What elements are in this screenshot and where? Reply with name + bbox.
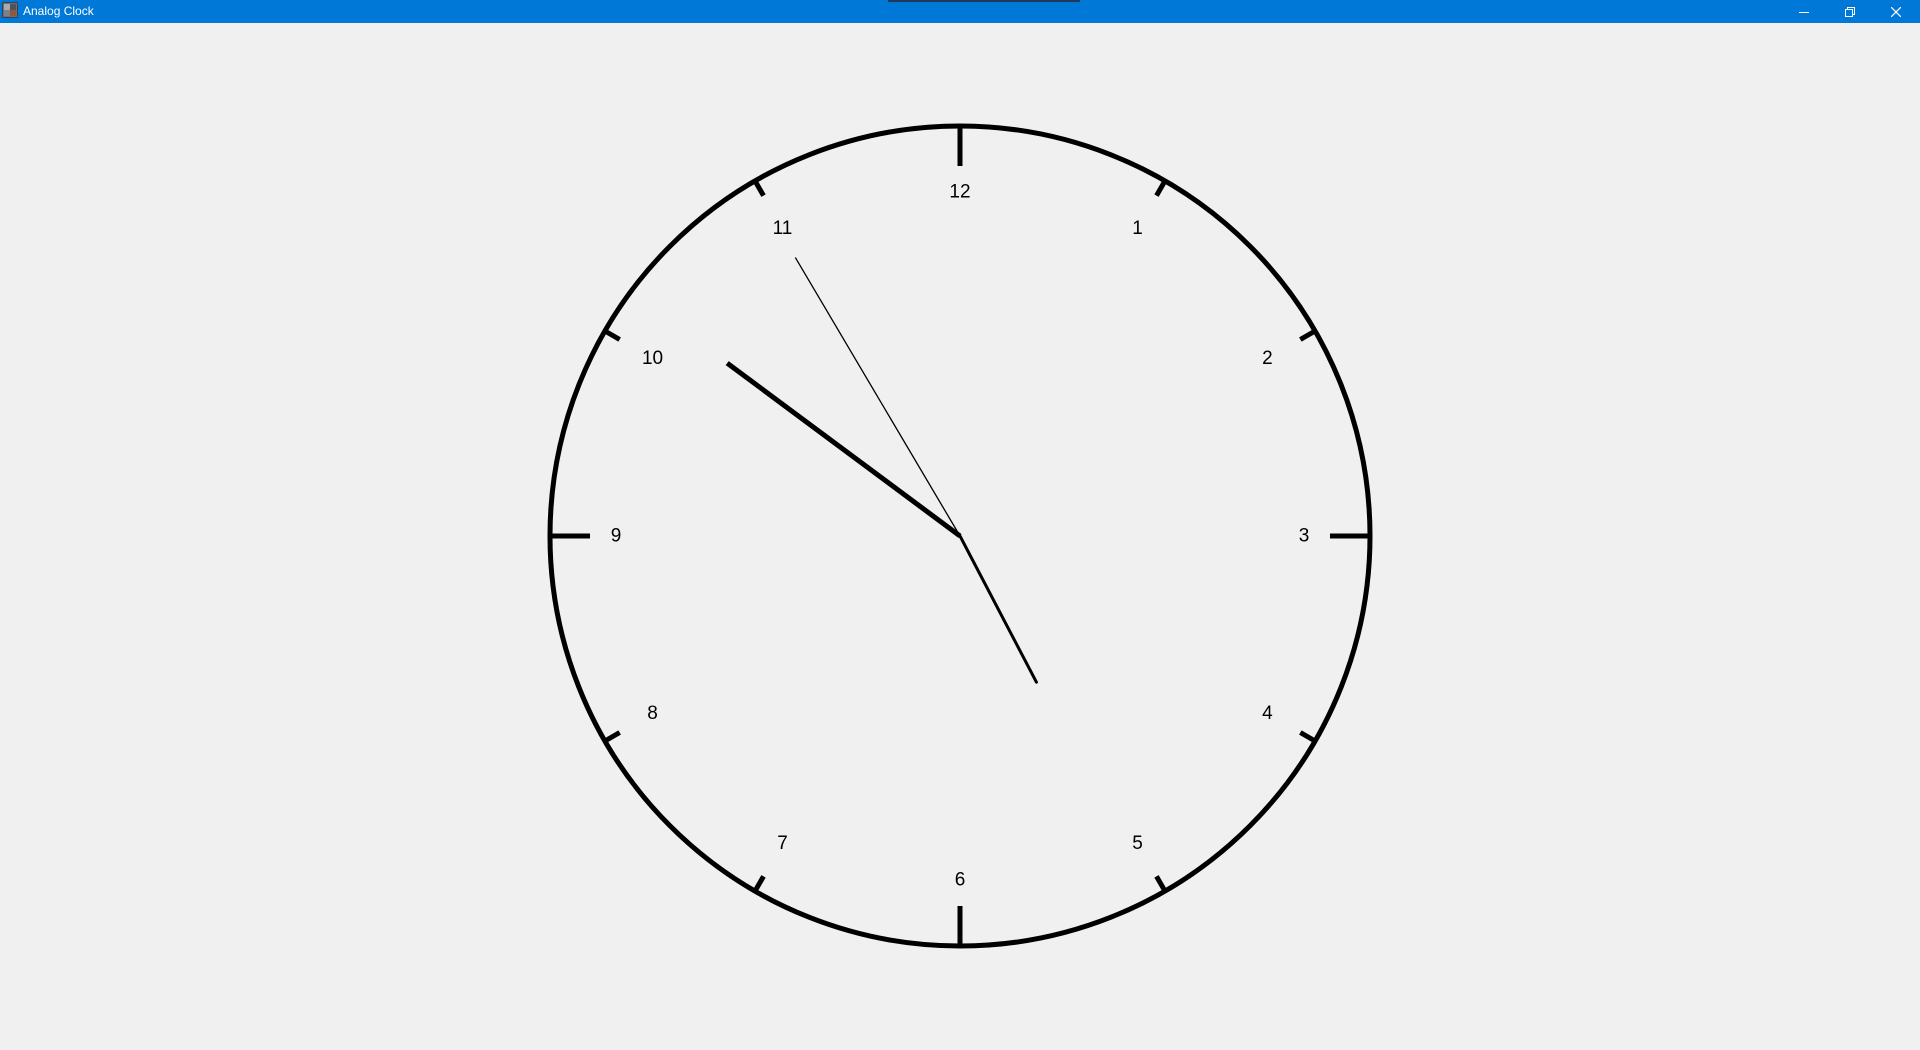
tick-mark-8 bbox=[603, 730, 621, 744]
numeral-9: 9 bbox=[611, 526, 622, 547]
minimize-icon bbox=[1799, 11, 1809, 13]
close-button[interactable] bbox=[1873, 0, 1919, 23]
numeral-11: 11 bbox=[773, 218, 793, 239]
restore-button[interactable] bbox=[1827, 0, 1873, 23]
numeral-8: 8 bbox=[647, 703, 658, 724]
tick-mark-10 bbox=[603, 328, 621, 342]
tick-mark-7 bbox=[752, 875, 766, 893]
window-title: Analog Clock bbox=[23, 4, 94, 18]
numeral-3: 3 bbox=[1299, 526, 1310, 547]
numeral-2: 2 bbox=[1262, 348, 1273, 369]
minimize-button[interactable] bbox=[1781, 0, 1827, 23]
tick-mark-2 bbox=[1299, 328, 1317, 342]
app-icon[interactable] bbox=[2, 2, 18, 18]
second-hand bbox=[794, 257, 961, 537]
numeral-6: 6 bbox=[955, 870, 966, 891]
numeral-4: 4 bbox=[1262, 703, 1273, 724]
numeral-10: 10 bbox=[642, 348, 663, 369]
tick-mark-11 bbox=[752, 179, 766, 197]
numeral-7: 7 bbox=[777, 833, 788, 854]
minute-hand bbox=[958, 534, 1038, 684]
close-icon bbox=[1891, 6, 1901, 17]
title-focus-indicator bbox=[888, 0, 1080, 2]
tick-mark-1 bbox=[1154, 179, 1168, 197]
hour-hand bbox=[725, 361, 962, 539]
numeral-12: 12 bbox=[949, 182, 970, 203]
clock-canvas: 12 1 2 3 4 5 6 7 8 9 10 11 bbox=[0, 23, 1920, 1050]
tick-mark-5 bbox=[1154, 875, 1168, 893]
numeral-5: 5 bbox=[1132, 833, 1143, 854]
numeral-1: 1 bbox=[1132, 218, 1143, 239]
tick-mark-4 bbox=[1299, 730, 1317, 744]
title-bar[interactable]: Analog Clock bbox=[0, 0, 1920, 23]
analog-clock: 121234567891011 bbox=[547, 123, 1373, 949]
restore-icon bbox=[1845, 6, 1855, 17]
